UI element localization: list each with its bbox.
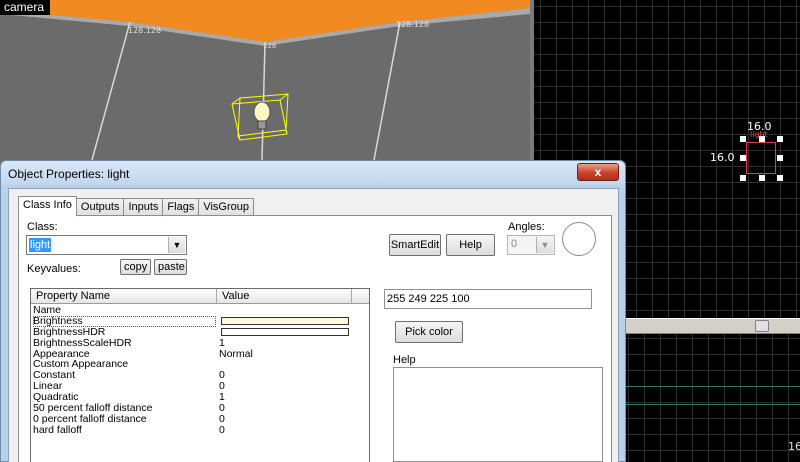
dialog-titlebar[interactable]: Object Properties: light x (1, 161, 625, 185)
table-row[interactable]: BrightnessScaleHDR 1 (31, 337, 369, 349)
color-swatch (221, 316, 349, 325)
tab-outputs[interactable]: Outputs (75, 198, 125, 216)
column-header-property-name[interactable]: Property Name (31, 289, 217, 304)
resize-handle[interactable] (740, 155, 746, 161)
tab-visgroup[interactable]: VisGroup (198, 198, 254, 216)
property-value-cell: 0 (219, 423, 225, 436)
resize-handle[interactable] (759, 175, 765, 181)
dimension-left-label: 16.0 (710, 151, 735, 164)
help-button[interactable]: Help (446, 234, 495, 256)
entity-selection-box[interactable] (746, 142, 776, 174)
keyvalues-table[interactable]: Property Name Value Name Brightness Bright… (30, 288, 370, 462)
table-body: Name Brightness BrightnessHDR BrightnessSca… (31, 305, 369, 436)
table-row[interactable]: Custom Appearance (31, 359, 369, 370)
brush-dimension-left: 128.128 (128, 26, 162, 35)
chevron-down-icon: ▼ (536, 237, 553, 253)
lightbulb-icon (253, 101, 271, 130)
angles-select[interactable]: 0 ▼ (507, 235, 555, 255)
brush-dimension-center: 128 (263, 42, 277, 50)
paste-button[interactable]: paste (154, 259, 187, 275)
table-row[interactable]: hard falloff 0 (31, 423, 369, 436)
resize-handle[interactable] (777, 136, 783, 142)
tab-class-info[interactable]: Class Info (18, 196, 77, 216)
class-select-value: light (29, 238, 52, 252)
property-name-cell: hard falloff (33, 423, 82, 436)
resize-handle[interactable] (759, 136, 765, 142)
table-row[interactable]: Constant 0 (31, 370, 369, 381)
wall-edge-right (373, 21, 401, 161)
color-swatch (221, 327, 349, 336)
resize-handle[interactable] (777, 175, 783, 181)
table-header: Property Name Value (31, 289, 369, 304)
resize-handle[interactable] (740, 136, 746, 142)
splitter-thumb[interactable] (755, 320, 769, 332)
side-2d-viewport[interactable] (624, 334, 800, 462)
class-select[interactable]: light ▼ (26, 235, 187, 255)
resize-handle[interactable] (740, 175, 746, 181)
tab-inputs[interactable]: Inputs (123, 198, 164, 216)
tab-strip: Class Info Outputs Inputs Flags VisGroup (18, 196, 254, 216)
side-dimension-label: 16 (788, 440, 800, 453)
copy-button[interactable]: copy (120, 259, 151, 275)
pick-color-button[interactable]: Pick color (395, 321, 463, 343)
close-icon: x (594, 165, 602, 179)
viewport-splitter-horizontal[interactable] (624, 318, 800, 334)
keyvalues-label: Keyvalues: (27, 263, 81, 275)
angles-select-value: 0 (511, 238, 518, 250)
close-button[interactable]: x (577, 163, 619, 181)
chevron-down-icon: ▼ (168, 237, 185, 253)
viewport-label: camera (0, 0, 51, 15)
smartedit-button[interactable]: SmartEdit (389, 234, 441, 256)
angle-dial[interactable] (562, 222, 596, 256)
class-label: Class: (27, 221, 58, 233)
property-value-cell: Normal (219, 347, 253, 360)
resize-handle[interactable] (777, 155, 783, 161)
wall-edge-left (91, 21, 131, 161)
brush-dimension-right: 128.128 (396, 20, 430, 29)
help-text-box (393, 367, 603, 462)
table-row[interactable]: Linear 0 (31, 381, 369, 392)
value-field[interactable]: 255 249 225 100 (384, 289, 592, 309)
help-section-label: Help (393, 354, 416, 366)
column-header-value[interactable]: Value (217, 289, 352, 304)
tab-flags[interactable]: Flags (162, 198, 200, 216)
dialog-title: Object Properties: light (8, 167, 130, 181)
angles-label: Angles: (508, 221, 545, 233)
